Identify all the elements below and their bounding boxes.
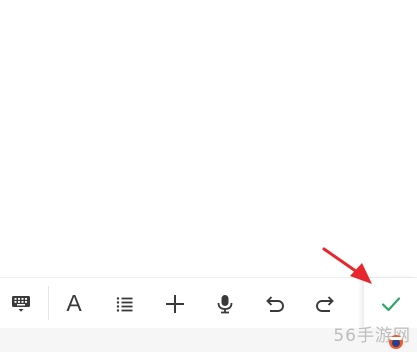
keyboard-button[interactable] [1, 278, 41, 329]
microphone-icon [217, 294, 233, 313]
text-format-icon: A [66, 290, 82, 316]
watermark-logo-icon [389, 335, 403, 349]
note-body[interactable] [0, 0, 417, 277]
list-button[interactable] [105, 278, 145, 329]
text-format-button[interactable]: A [54, 278, 94, 329]
note-editor-screen: A 56手游网 [0, 0, 417, 352]
checkmark-icon [381, 296, 400, 311]
undo-icon [266, 295, 284, 312]
add-icon [166, 294, 184, 313]
keyboard-icon [12, 295, 30, 312]
voice-input-button[interactable] [205, 278, 245, 329]
list-icon [116, 296, 133, 312]
add-button[interactable] [155, 278, 195, 329]
undo-button[interactable] [255, 278, 295, 329]
redo-icon [316, 295, 334, 312]
toolbar-divider [48, 286, 49, 320]
